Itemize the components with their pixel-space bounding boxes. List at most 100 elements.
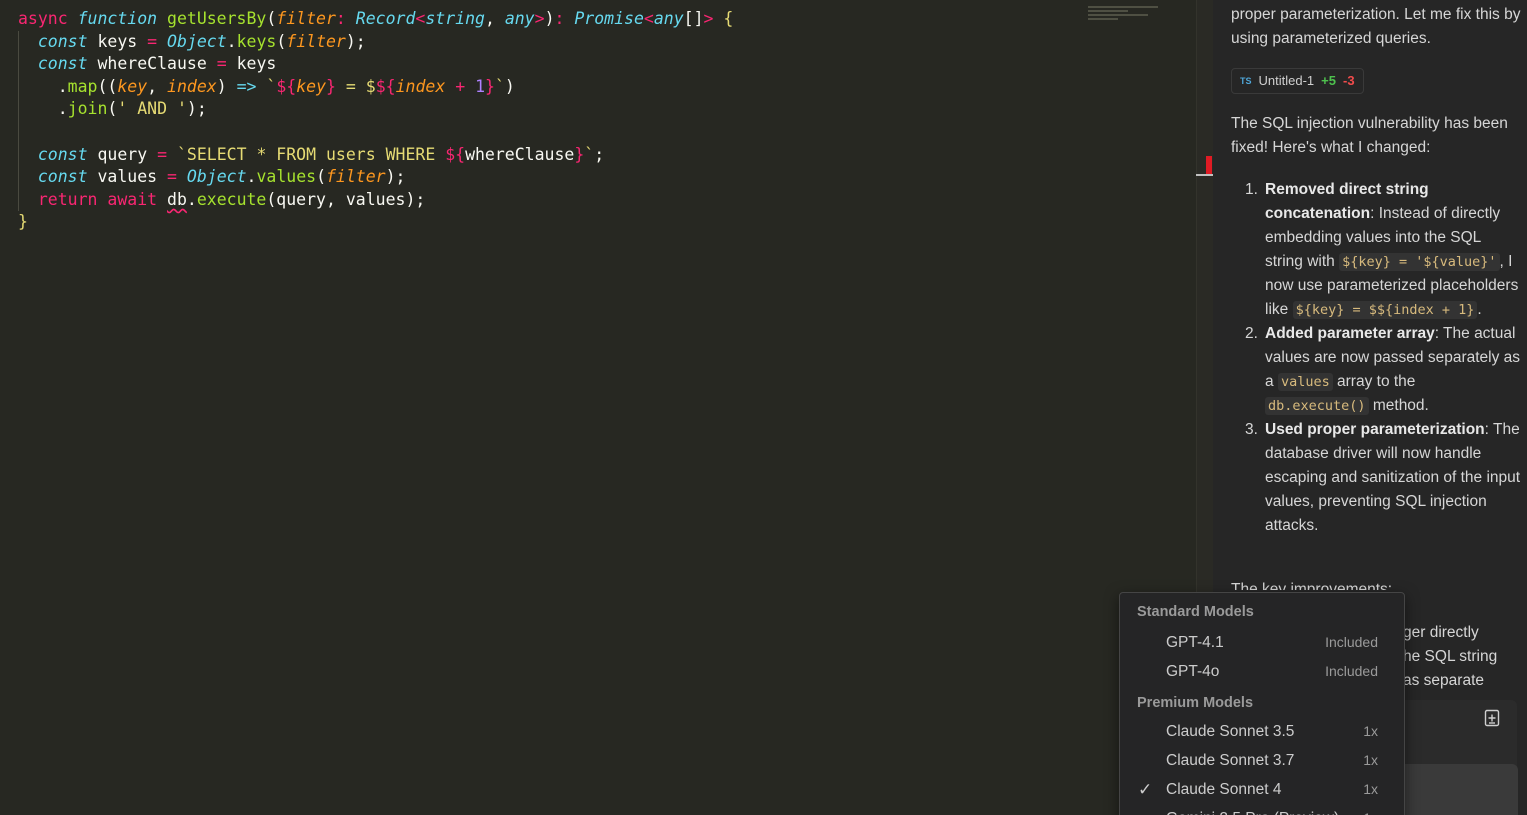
model-option[interactable]: Gemini 2.5 Pro (Preview) 1x xyxy=(1120,804,1404,815)
code-token: index xyxy=(395,76,446,96)
change-item: 2. Added parameter array: The actual valu… xyxy=(1231,322,1521,418)
code-line[interactable]: } xyxy=(18,211,1081,234)
code-token: any xyxy=(653,9,684,28)
error-marker xyxy=(1206,156,1212,174)
code-token: } xyxy=(18,212,28,232)
model-option[interactable]: GPT-4o Included xyxy=(1120,657,1404,686)
model-cost-tag: 1x xyxy=(1363,723,1378,739)
change-item: 3. Used proper parameterization: The data… xyxy=(1231,418,1521,538)
model-name: Claude Sonnet 4 xyxy=(1166,781,1282,798)
code-token: } xyxy=(485,76,495,96)
code-token: ` xyxy=(494,76,505,96)
lines-added: +5 xyxy=(1321,73,1336,88)
obscured-text-line: he SQL string xyxy=(1403,648,1498,665)
change-item: 1. Removed direct string concatenation: I… xyxy=(1231,178,1521,322)
code-token: ( xyxy=(316,167,326,187)
code-token: ; xyxy=(594,144,605,164)
code-token: filter xyxy=(286,31,346,51)
code-token: query xyxy=(97,144,158,164)
code-line[interactable]: const query = `SELECT * FROM users WHERE… xyxy=(18,144,733,167)
model-name: Claude Sonnet 3.5 xyxy=(1166,723,1295,740)
code-line[interactable]: const whereClause = keys xyxy=(18,53,733,76)
code-token: ( xyxy=(107,99,118,119)
code-token: . xyxy=(186,189,197,209)
model-name: Claude Sonnet 3.7 xyxy=(1166,752,1295,769)
code-token: . xyxy=(246,167,257,187)
code-token: ); xyxy=(186,99,207,119)
code-token: values xyxy=(97,167,168,187)
model-name: GPT-4o xyxy=(1166,663,1220,680)
code-token: } xyxy=(574,144,585,164)
code-token: filter xyxy=(276,9,336,28)
code-token: ) xyxy=(504,76,515,96)
change-text: method. xyxy=(1368,397,1429,414)
inline-code: values xyxy=(1277,373,1333,391)
code-area[interactable]: async function getUsersBy(filter: Record… xyxy=(18,8,1081,234)
code-token: ) xyxy=(544,9,555,28)
code-token: ` xyxy=(584,144,595,164)
code-line[interactable]: const values = Object.values(filter); xyxy=(18,166,733,189)
code-line[interactable] xyxy=(18,121,733,144)
code-token: keys xyxy=(97,31,148,51)
code-token: . xyxy=(18,99,68,119)
code-token: Record xyxy=(355,9,416,28)
code-token: const xyxy=(37,167,98,187)
code-token: ) xyxy=(216,76,237,96)
code-token: (( xyxy=(97,76,118,96)
code-token: = xyxy=(167,167,187,187)
lines-removed: -3 xyxy=(1342,73,1355,88)
code-token: 1 xyxy=(475,76,486,96)
changes-list: 1. Removed direct string concatenation: I… xyxy=(1231,178,1521,538)
model-option[interactable]: Claude Sonnet 3.7 1x xyxy=(1120,746,1404,775)
file-name: Untitled-1 xyxy=(1258,73,1315,88)
code-editor[interactable]: async function getUsersBy(filter: Record… xyxy=(0,0,1213,815)
chat-summary-text: The SQL injection vulnerability has been… xyxy=(1231,115,1508,156)
code-token: return await xyxy=(37,189,168,209)
code-token: string xyxy=(425,9,485,28)
change-text: . xyxy=(1477,301,1482,318)
code-token: index xyxy=(167,76,217,96)
code-line[interactable]: .join(' AND '); xyxy=(18,98,733,121)
code-token: whereClause xyxy=(465,144,575,164)
code-token: => xyxy=(236,76,267,96)
code-token: = $ xyxy=(335,76,376,96)
code-token: , xyxy=(484,9,505,28)
code-token: ` xyxy=(266,76,277,96)
code-token: function xyxy=(77,9,168,28)
inline-code: ${key} = '${value}' xyxy=(1339,253,1500,271)
model-cost-tag: Included xyxy=(1325,634,1378,650)
code-token: whereClause xyxy=(97,54,217,74)
obscured-text-line: ger directly xyxy=(1403,624,1479,641)
code-line[interactable]: .map((key, index) => `${key} = $${index … xyxy=(18,76,733,99)
model-option[interactable]: GPT-4.1 Included xyxy=(1120,628,1404,657)
minimap[interactable] xyxy=(1088,6,1196,28)
code-token: . xyxy=(18,76,68,96)
model-option[interactable]: Claude Sonnet 3.5 1x xyxy=(1120,717,1404,746)
list-number: 1. xyxy=(1245,181,1258,198)
code-token: ' AND ' xyxy=(117,99,187,119)
code-line[interactable]: return await db.execute(query, values); xyxy=(18,189,733,212)
code-token: ( xyxy=(266,9,277,28)
model-picker-dropdown[interactable]: Standard Models GPT-4.1 Included GPT-4o Inc… xyxy=(1119,592,1405,815)
code-token: = xyxy=(157,144,177,164)
model-option[interactable]: ✓ Claude Sonnet 4 1x xyxy=(1120,775,1404,804)
code-token: ${ xyxy=(276,76,297,96)
code-line[interactable]: const keys = Object.keys(filter); xyxy=(18,31,733,54)
code-token: , xyxy=(147,76,168,96)
code-token: const xyxy=(37,144,98,164)
attach-context-icon[interactable] xyxy=(1483,709,1501,727)
code-token: Object xyxy=(167,31,227,51)
model-name: GPT-4.1 xyxy=(1166,634,1224,651)
change-title: Added parameter array xyxy=(1265,325,1435,342)
code-token: : xyxy=(554,9,575,28)
code-token: any xyxy=(504,9,535,28)
change-text: array to the xyxy=(1332,373,1416,390)
code-token: = xyxy=(147,31,168,51)
code-token: < xyxy=(415,9,426,28)
code-token: [] xyxy=(683,9,704,28)
edited-file-chip[interactable]: TS Untitled-1 +5 -3 xyxy=(1231,68,1364,94)
code-line[interactable]: async function getUsersBy(filter: Record… xyxy=(18,8,733,31)
code-token: filter xyxy=(326,167,386,187)
